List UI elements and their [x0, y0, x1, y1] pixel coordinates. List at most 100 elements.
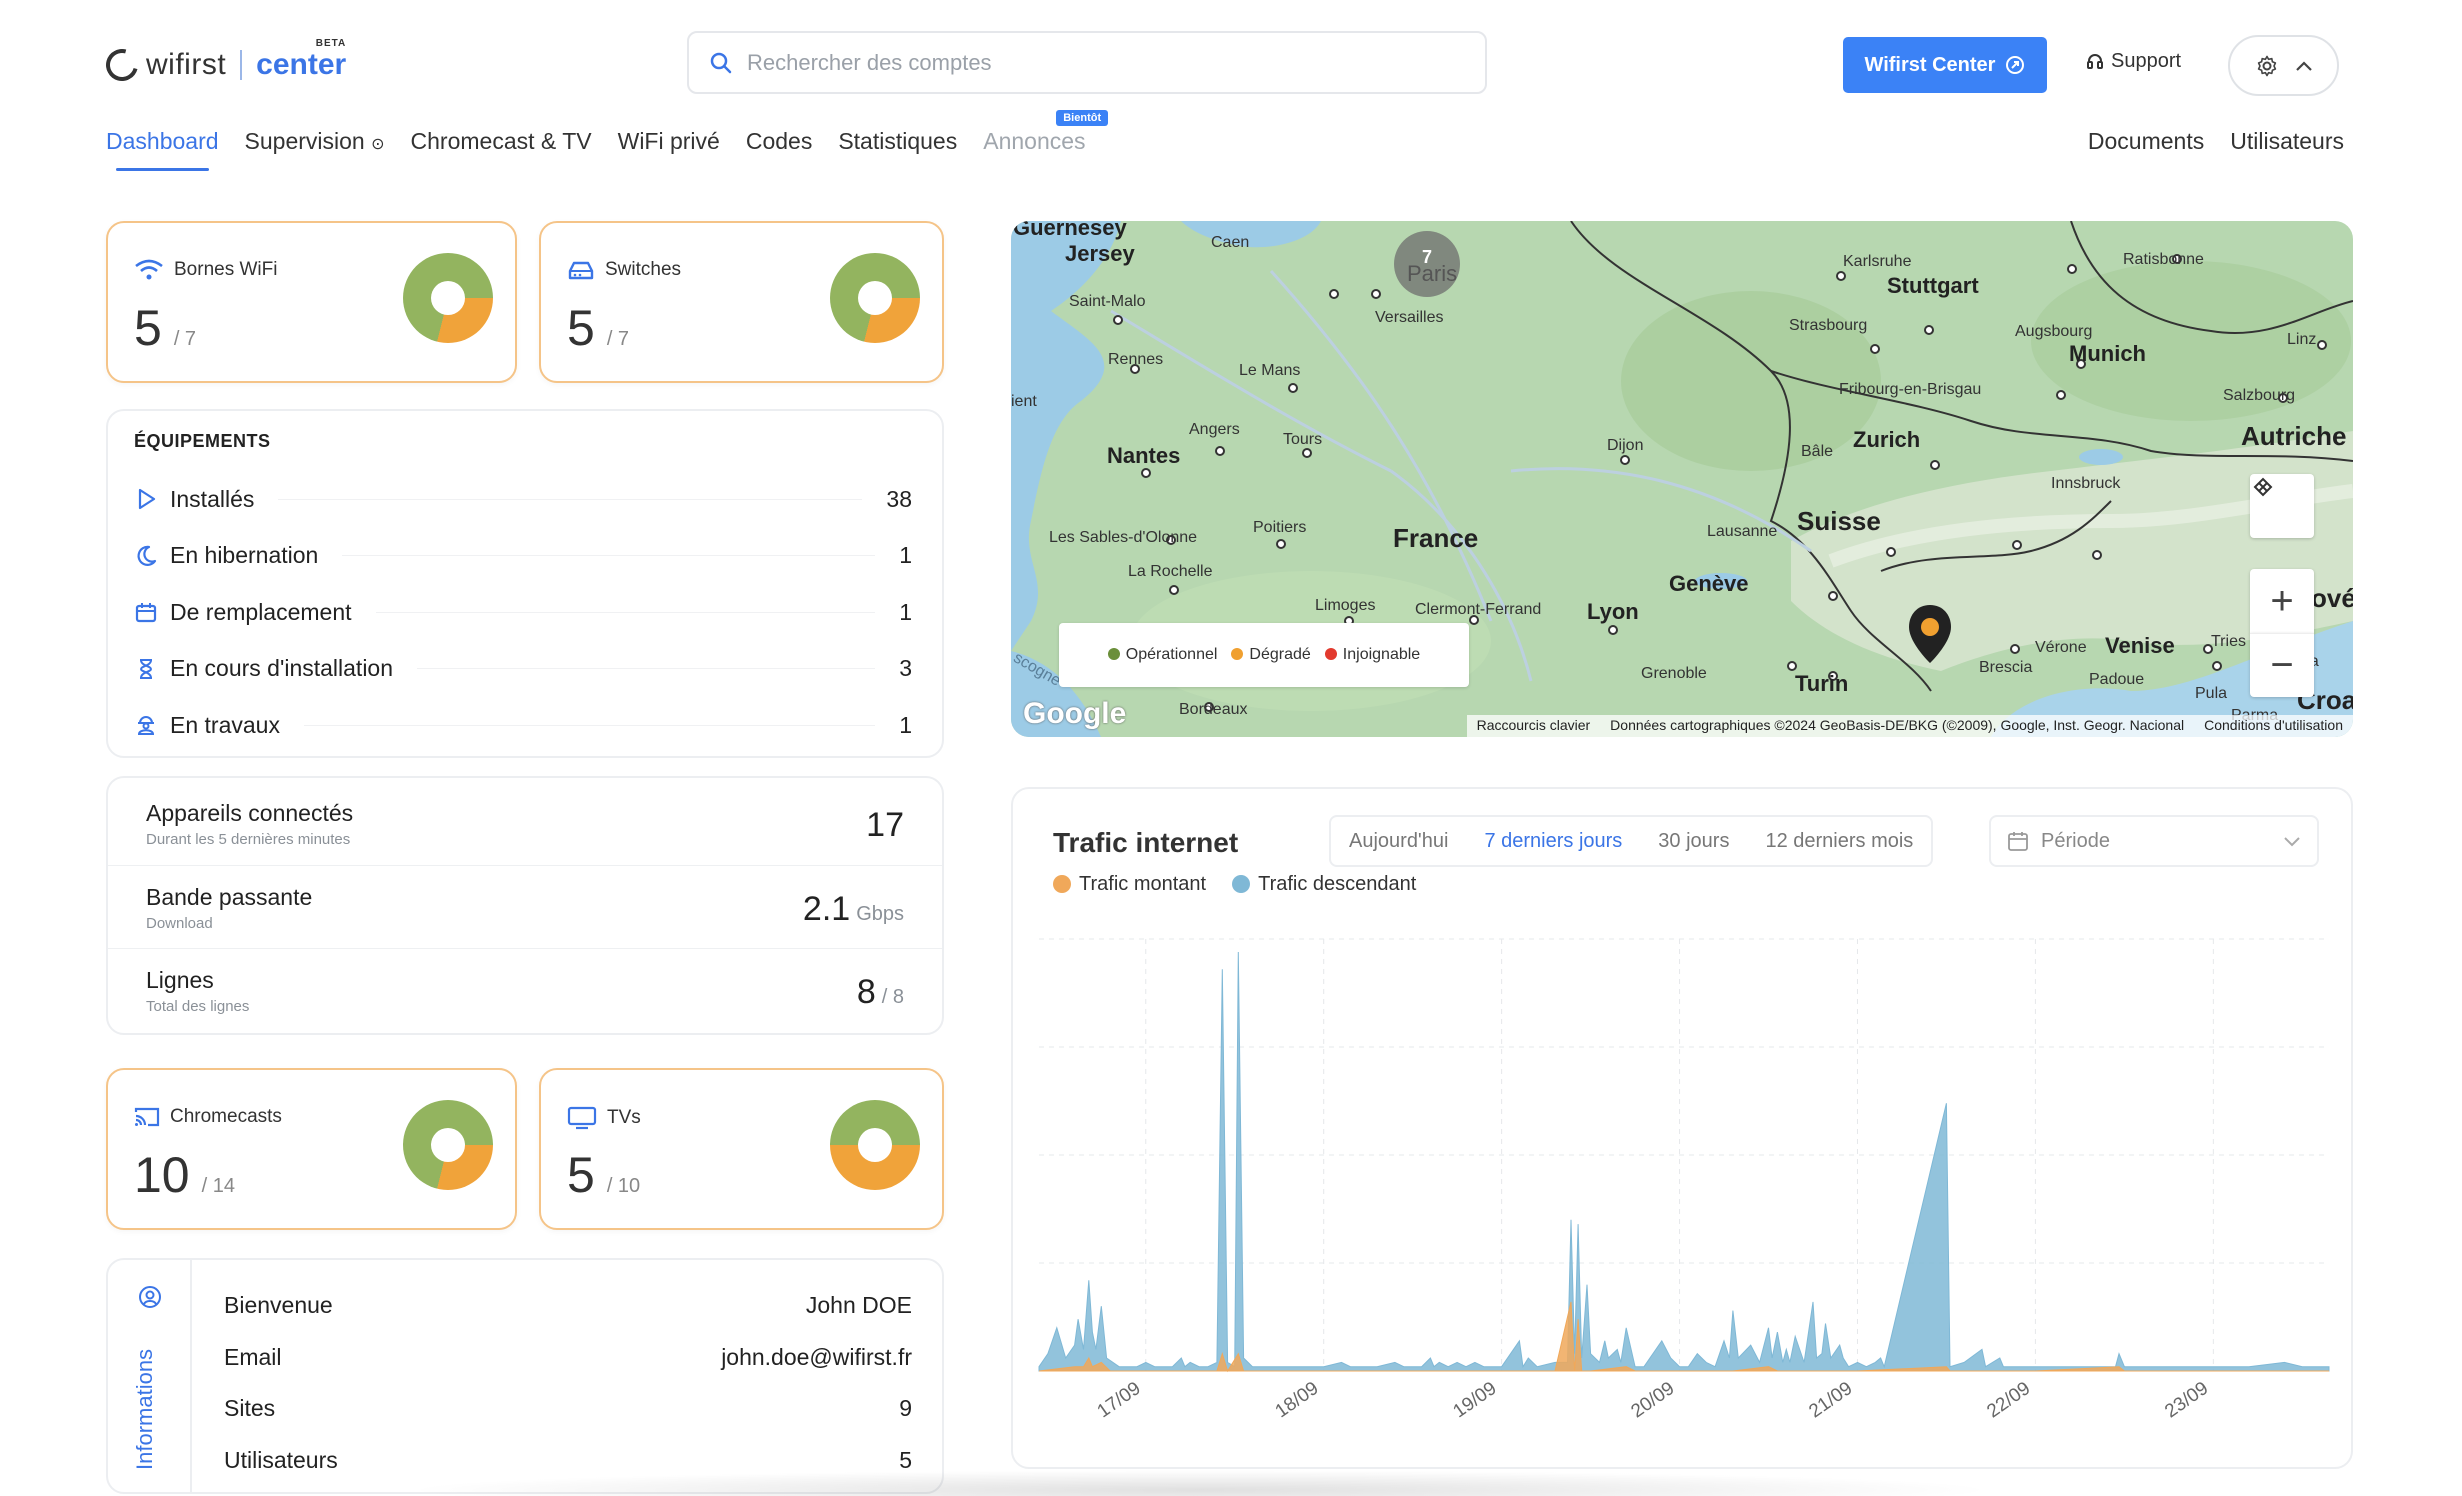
- keyboard-shortcuts-link[interactable]: Raccourcis clavier: [1477, 717, 1591, 735]
- map-label: Linz: [2287, 331, 2317, 348]
- metric-label: Lignes: [146, 967, 214, 993]
- nav-chromecast-tv[interactable]: Chromecast & TV: [411, 128, 592, 155]
- metric-unit: Gbps: [856, 903, 904, 925]
- legend-item: Injoignable: [1324, 646, 1421, 664]
- equipement-row-remplacement[interactable]: De remplacement 1: [134, 584, 912, 641]
- map-label: Bordeaux: [1179, 701, 1248, 718]
- moon-icon: [137, 545, 157, 566]
- kpi-card-chromecasts[interactable]: Chromecasts 10 / 14: [106, 1068, 517, 1230]
- map-label: Padoue: [2089, 671, 2145, 688]
- zoom-in-button[interactable]: +: [2250, 569, 2314, 633]
- gear-icon: [2257, 55, 2276, 76]
- equipement-row-travaux[interactable]: En travaux 1: [134, 697, 912, 754]
- x-tick-label: 17/09: [1094, 1378, 1145, 1422]
- legend-label: Opérationnel: [1125, 646, 1218, 663]
- map-label: Munich: [2069, 341, 2146, 366]
- nav-supervision-label: Supervision: [244, 128, 365, 154]
- nav-documents[interactable]: Documents: [2088, 128, 2204, 155]
- info-value: 9: [899, 1395, 912, 1422]
- map-label: France: [1393, 523, 1479, 553]
- equipement-count: 3: [899, 655, 912, 682]
- terms-link[interactable]: Conditions d'utilisation: [2204, 717, 2343, 735]
- x-tick-label: 19/09: [1449, 1378, 1500, 1422]
- map-label: Vérone: [2035, 639, 2087, 656]
- legend-item: Dégradé: [1231, 646, 1311, 664]
- metric-value: 8: [856, 973, 876, 1011]
- status-dot-icon: [1107, 648, 1120, 660]
- nav-supervision[interactable]: Supervision ⊙: [245, 128, 385, 155]
- info-label: Sites: [224, 1395, 276, 1422]
- hourglass-icon: [139, 658, 153, 679]
- info-label: Email: [224, 1343, 282, 1370]
- kpi-label: Chromecasts: [170, 1106, 282, 1127]
- map-label: Le Mans: [1239, 362, 1301, 379]
- series-area-trafic-descendant: [1038, 951, 2330, 1372]
- x-tick-label: 21/09: [1805, 1378, 1856, 1422]
- zoom-out-button[interactable]: −: [2250, 633, 2314, 697]
- legend-label: Injoignable: [1342, 646, 1421, 663]
- map-label: Autriche: [2241, 421, 2347, 451]
- cast-icon: [134, 1107, 160, 1127]
- search-bar[interactable]: [687, 31, 1487, 94]
- minus-icon: −: [2270, 643, 2294, 687]
- user-circle-icon: [139, 1286, 161, 1308]
- metrics-card: Appareils connectés Durant les 5 dernièr…: [106, 776, 944, 1035]
- map-label: Strasbourg: [1789, 317, 1868, 334]
- nav-statistiques[interactable]: Statistiques: [838, 128, 957, 155]
- map-label: Saint-Malo: [1069, 293, 1146, 310]
- info-value: john.doe@wifirst.fr: [721, 1343, 912, 1370]
- donut-chart: [403, 1100, 493, 1190]
- equipement-count: 1: [899, 711, 912, 738]
- x-tick-label: 20/09: [1627, 1378, 1678, 1422]
- logo-ring-icon: [100, 43, 144, 87]
- map-label: Augsbourg: [2015, 323, 2093, 340]
- metric-label: Bande passante: [146, 884, 313, 910]
- main-nav: Dashboard Supervision ⊙ Chromecast & TV …: [106, 110, 1109, 171]
- logo-separator: [240, 50, 243, 80]
- equipements-card: ÉQUIPEMENTS Installés 38 En hibernation …: [106, 409, 944, 758]
- map-label: Angers: [1189, 421, 1240, 438]
- external-link-icon: [2006, 56, 2025, 74]
- equipement-row-installation[interactable]: En cours d'installation 3: [134, 641, 912, 698]
- metric-bande-passante: Bande passante Download 2.1 Gbps: [108, 865, 942, 948]
- equipement-row-installes[interactable]: Installés 38: [134, 471, 912, 528]
- wifirst-logo[interactable]: wifirst BETA center: [100, 38, 346, 87]
- equipement-row-hibernation[interactable]: En hibernation 1: [134, 528, 912, 585]
- map-label: Caen: [1211, 234, 1250, 251]
- map-label: Brescia: [1979, 659, 2033, 676]
- settings-menu-button[interactable]: [2228, 35, 2339, 96]
- search-input[interactable]: [747, 49, 1427, 76]
- nav-wifi-prive[interactable]: WiFi privé: [618, 128, 720, 155]
- nav-utilisateurs[interactable]: Utilisateurs: [2230, 128, 2344, 155]
- map-pin-icon[interactable]: [1905, 603, 1955, 667]
- kpi-card-tvs[interactable]: TVs 5 / 10: [539, 1068, 944, 1230]
- map-label: Pula: [2195, 685, 2228, 702]
- kpi-total: / 10: [606, 1175, 641, 1197]
- map-label: Turin: [1795, 671, 1849, 696]
- map-label: Ratisbonne: [2123, 251, 2204, 268]
- beta-badge: BETA: [315, 38, 347, 49]
- map-data-credit: Données cartographiques ©2024 GeoBasis-D…: [1610, 717, 2185, 733]
- support-button[interactable]: Support: [2085, 50, 2181, 73]
- wifirst-center-button[interactable]: Wifirst Center: [1843, 37, 2047, 93]
- traffic-card: Trafic internet Aujourd'hui 7 derniers j…: [1011, 787, 2353, 1469]
- kpi-card-switches[interactable]: Switches 5 / 7: [539, 221, 944, 383]
- map-label: Paris: [1407, 261, 1458, 286]
- map-layers-button[interactable]: [2250, 474, 2314, 538]
- nav-dashboard[interactable]: Dashboard: [106, 128, 219, 171]
- map-label: Suisse: [1797, 506, 1881, 536]
- map-label: Nantes: [1107, 443, 1181, 468]
- soon-badge: Bientôt: [1056, 110, 1109, 126]
- sites-map[interactable]: Guernesey Jersey Caen Saint-Malo Rennes …: [1011, 221, 2353, 737]
- nav-codes[interactable]: Codes: [746, 128, 812, 155]
- metric-sub: Durant les 5 dernières minutes: [146, 831, 351, 848]
- kpi-card-bornes[interactable]: Bornes WiFi 5 / 7: [106, 221, 517, 383]
- equipement-label: En cours d'installation: [170, 655, 394, 682]
- metric-value: 2.1: [802, 890, 851, 928]
- nav-annonces-label: Annonces: [983, 128, 1086, 154]
- metric-lignes: Lignes Total des lignes 8 / 8: [108, 948, 942, 1031]
- metric-label: Appareils connectés: [146, 800, 354, 826]
- map-label: Salzbourg: [2223, 387, 2296, 404]
- equipement-count: 1: [899, 542, 912, 569]
- map-label: Dijon: [1607, 437, 1644, 454]
